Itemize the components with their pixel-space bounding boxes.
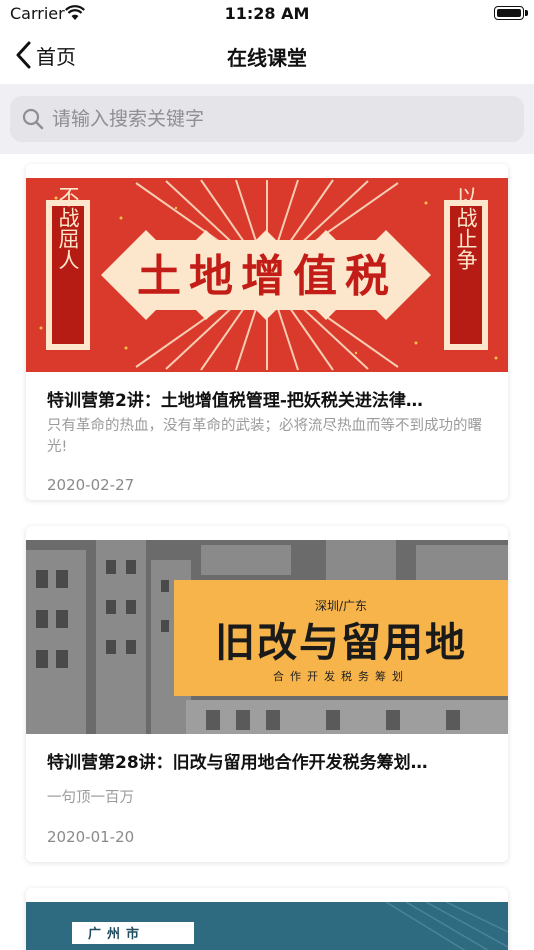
course-title: 特训营第28讲：旧改与留用地合作开发税务筹划… <box>47 753 428 773</box>
search-icon <box>22 108 44 130</box>
course-description: 一句顶一百万 <box>47 790 134 806</box>
course-thumbnail: 深圳/广东 旧改与留用地 合作开发税务筹划 <box>26 540 508 734</box>
course-date: 2020-01-20 <box>47 828 135 846</box>
banner-left-text: 不战屈人 <box>56 186 80 270</box>
banner-main-text: 土地增值税 <box>137 251 397 302</box>
course-description: 只有革命的热血，没有革命的武装；必将流尽热血而等不到成功的曙光! <box>47 418 482 455</box>
nav-bar: 首页 在线课堂 <box>0 28 534 84</box>
course-thumbnail: 不战屈人 以战止争 土地增值税 <box>26 178 508 372</box>
banner-tag: 深圳/广东 <box>315 599 367 613</box>
course-date: 2020-02-27 <box>47 476 135 494</box>
page-title: 在线课堂 <box>227 46 307 70</box>
banner-main-text: 旧改与留用地 <box>215 620 467 666</box>
banner-sub-text: 合作开发税务筹划 <box>273 669 409 683</box>
course-list: 不战屈人 以战止争 土地增值税 特训营第2讲：土地增值税管理-把妖税关进法律… … <box>0 154 534 950</box>
course-thumbnail: 广州市 <box>26 902 508 950</box>
search-input[interactable] <box>52 108 492 130</box>
clock: 11:28 AM <box>224 4 310 23</box>
battery-icon <box>494 6 528 20</box>
course-card[interactable]: 深圳/广东 旧改与留用地 合作开发税务筹划 特训营第28讲：旧改与留用地合作开发… <box>26 526 508 862</box>
status-bar: Carrier 11:28 AM <box>0 0 534 28</box>
banner-right-text: 以战止争 <box>454 186 478 270</box>
search-area <box>0 84 534 154</box>
course-title: 特训营第2讲：土地增值税管理-把妖税关进法律… <box>47 391 423 411</box>
course-card[interactable]: 广州市 <box>26 888 508 950</box>
banner-tag: 广州市 <box>88 926 145 942</box>
course-card[interactable]: 不战屈人 以战止争 土地增值税 特训营第2讲：土地增值税管理-把妖税关进法律… … <box>26 164 508 500</box>
search-bar[interactable] <box>10 96 524 142</box>
